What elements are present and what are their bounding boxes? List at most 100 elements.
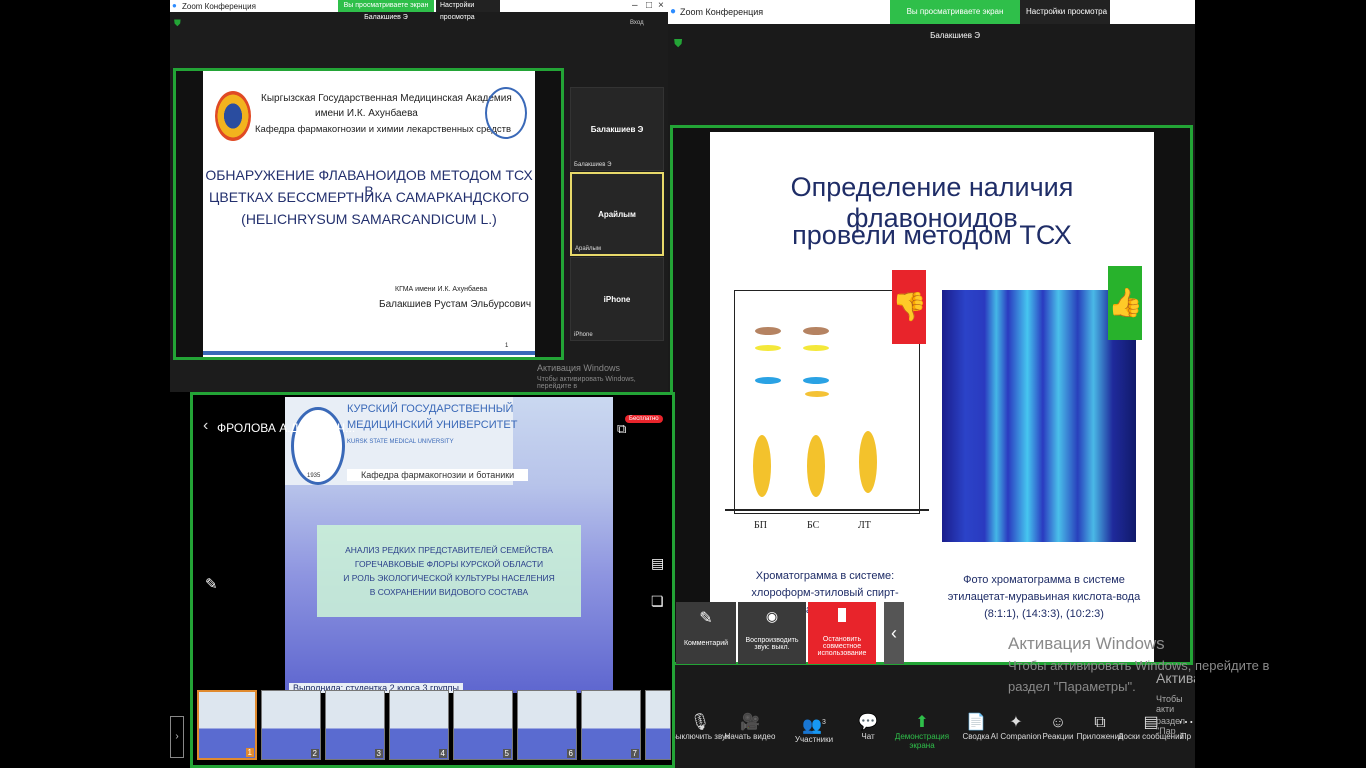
video-icon: 🎥	[740, 714, 760, 731]
activation-title: Активация Windows	[1008, 634, 1165, 653]
close-button[interactable]: ×	[658, 0, 664, 11]
left-zoom-window: ● Zoom Конференция – □ × Вы просматривае…	[170, 0, 668, 392]
shield-icon: ⛊	[674, 38, 683, 50]
slide-title-2: ГОРЕЧАВКОВЫЕ ФЛОРЫ КУРСКОЙ ОБЛАСТИ	[354, 559, 544, 569]
spot-blue	[755, 377, 781, 384]
slide-org: КГМА имени И.К. Ахунбаева	[395, 286, 488, 293]
thumbs-up-icon: 👍	[1108, 266, 1143, 340]
spot-yellow	[805, 391, 829, 397]
participant-name: Арайлым	[598, 210, 636, 219]
zoom-logo-icon: ●	[172, 1, 177, 10]
pen-icon[interactable]: ✎	[205, 575, 218, 593]
slide-kgma: Кыргызская Государственная Медицинская А…	[203, 71, 535, 357]
video-button[interactable]: 🎥 Начать видео	[718, 714, 782, 741]
lane-label: ЛТ	[858, 520, 871, 531]
activation-text-2: раздел "Параметры".	[1008, 679, 1136, 694]
dept-label: Кафедра фармакогнозии и ботаники	[347, 469, 529, 481]
thumbnail-number: 4	[438, 749, 447, 758]
participant-label: iPhone	[574, 332, 593, 338]
thumbnail-number: 2	[310, 749, 319, 758]
toolbar-label: Начать видео	[724, 732, 776, 741]
thumbnail-number: 6	[566, 749, 575, 758]
activation-text: Чтобы активировать Windows, перейдите в	[1008, 658, 1270, 673]
lane-label: БП	[754, 520, 767, 531]
activation-text: Чтобы активировать Windows, перейдите в	[537, 376, 636, 390]
meeting-name: ФРОЛОВА А.Д.-ГОРЕЧ...	[217, 421, 356, 435]
slide-thumbnail[interactable]: 5	[453, 690, 513, 760]
stop-icon	[838, 608, 846, 622]
thumbnail-number: 5	[502, 749, 511, 758]
activation-clip-2: Чтобы акти	[1156, 694, 1183, 714]
pen-icon: ✎	[699, 610, 713, 627]
left-shared-screen: Кыргызская Государственная Медицинская А…	[173, 68, 564, 360]
window-title: Zoom Конференция	[680, 7, 764, 17]
kgmu-year: 1935	[307, 473, 321, 479]
slide-tlc: Определение наличия флавоноидов провели …	[710, 132, 1154, 662]
slide-title-3: (HELICHRYSUM SAMARCANDICUM L.)	[241, 211, 497, 227]
kgma-logo	[215, 91, 251, 141]
viewing-banner: Вы просматриваете экран Балакшиев Э	[338, 0, 434, 21]
spot-yellow	[803, 345, 829, 351]
sound-icon: ◉	[765, 608, 779, 624]
slide-title-2: провели методом ТСХ	[792, 220, 1072, 250]
annotate-label: Комментарий	[683, 640, 729, 647]
slide-thumbnail[interactable]: 1	[197, 690, 257, 760]
academy-line1: Кыргызская Государственная Медицинская А…	[261, 93, 512, 104]
activation-clip-3: раздел "Пар	[1156, 716, 1186, 736]
participant-tile-iphone[interactable]: iPhone iPhone	[570, 257, 664, 341]
phone-screen-window: ‹ ФРОЛОВА А.Д.-ГОРЕЧ... Бесплатно ⧉ ✎ ▤ …	[190, 392, 675, 768]
uni-en: KURSK STATE MEDICAL UNIVERSITY	[347, 439, 454, 445]
spot-yellow	[755, 345, 781, 351]
participants-count: 3	[822, 719, 826, 726]
academy-line2: имени И.К. Ахунбаева	[315, 108, 418, 119]
document-icon[interactable]: ❏	[651, 593, 664, 610]
stop-label: Остановить совместное использование	[817, 636, 867, 657]
fluorescence-photo	[942, 290, 1136, 542]
spot-lane-3	[859, 431, 877, 493]
spot-blue	[803, 377, 829, 384]
back-chevron-icon[interactable]: ‹	[203, 417, 208, 435]
spot-lane-1	[753, 435, 771, 497]
slide-thumbnail[interactable]: 7	[581, 690, 641, 760]
sound-label: Воспроизводить звук: выкл.	[745, 637, 799, 651]
phone-slide: 1935 КУРСКИЙ ГОСУДАРСТВЕННЫЙ МЕДИЦИНСКИЙ…	[285, 397, 613, 693]
slide-title-1: АНАЛИЗ РЕДКИХ ПРЕДСТАВИТЕЛЕЙ СЕМЕЙСТВА	[345, 545, 553, 555]
exit-label[interactable]: Вход	[630, 20, 644, 26]
uni-line1: КУРСКИЙ ГОСУДАРСТВЕННЫЙ	[347, 403, 514, 415]
activation-title: Активация Windows	[537, 363, 620, 373]
participant-tile-balakshiev[interactable]: Балакшиев Э Балакшиев Э	[570, 87, 664, 171]
maximize-button[interactable]: □	[646, 0, 652, 11]
view-options-button[interactable]: Настройки просмотра	[1020, 0, 1110, 24]
free-badge: Бесплатно	[625, 415, 663, 423]
participant-name: iPhone	[603, 294, 631, 304]
sound-button[interactable]: ◉ Воспроизводить звук: выкл.	[738, 602, 806, 664]
spot-brown	[803, 327, 829, 335]
seal-logo	[485, 87, 527, 139]
window-title: Zoom Конференция	[182, 2, 256, 11]
slide-thumbnail[interactable]: 3	[325, 690, 385, 760]
viewing-banner: Вы просматриваете экран Балакшиев Э	[890, 0, 1020, 40]
slide-thumbnail[interactable]: 6	[517, 690, 577, 760]
collapse-bar-button[interactable]: ‹	[884, 602, 904, 664]
shield-icon: ⛊	[174, 18, 181, 28]
slide-thumbnail[interactable]	[645, 690, 671, 760]
right-shared-screen: Определение наличия флавоноидов провели …	[670, 125, 1193, 665]
spot-lane-2	[807, 435, 825, 497]
slide-title-box	[317, 525, 581, 617]
slide-thumbnail[interactable]: 4	[389, 690, 449, 760]
thumbnail-number: 3	[374, 749, 383, 758]
share-screen-icon[interactable]: ⧉	[617, 421, 626, 437]
minimize-button[interactable]: –	[632, 0, 638, 11]
side-panel-toggle[interactable]: ›	[170, 716, 184, 758]
view-options-button[interactable]: Настройки просмотра	[436, 0, 500, 21]
annotate-button[interactable]: ✎ Комментарий	[676, 602, 736, 664]
thumbnail-number: 7	[630, 749, 639, 758]
caption-right: Фото хроматограмма в системе этилацетат-…	[947, 574, 1141, 620]
lane-label: БС	[807, 520, 820, 531]
notes-icon[interactable]: ▤	[651, 555, 664, 572]
participant-tile-araylym[interactable]: Арайлым Арайлым	[570, 172, 664, 256]
thumbs-down-icon: 👎	[892, 270, 927, 344]
slide-title-3: И РОЛЬ ЭКОЛОГИЧЕСКОЙ КУЛЬТУРЫ НАСЕЛЕНИЯ	[343, 573, 555, 583]
slide-thumbnail[interactable]: 2	[261, 690, 321, 760]
stop-share-button[interactable]: Остановить совместное использование	[808, 602, 876, 664]
